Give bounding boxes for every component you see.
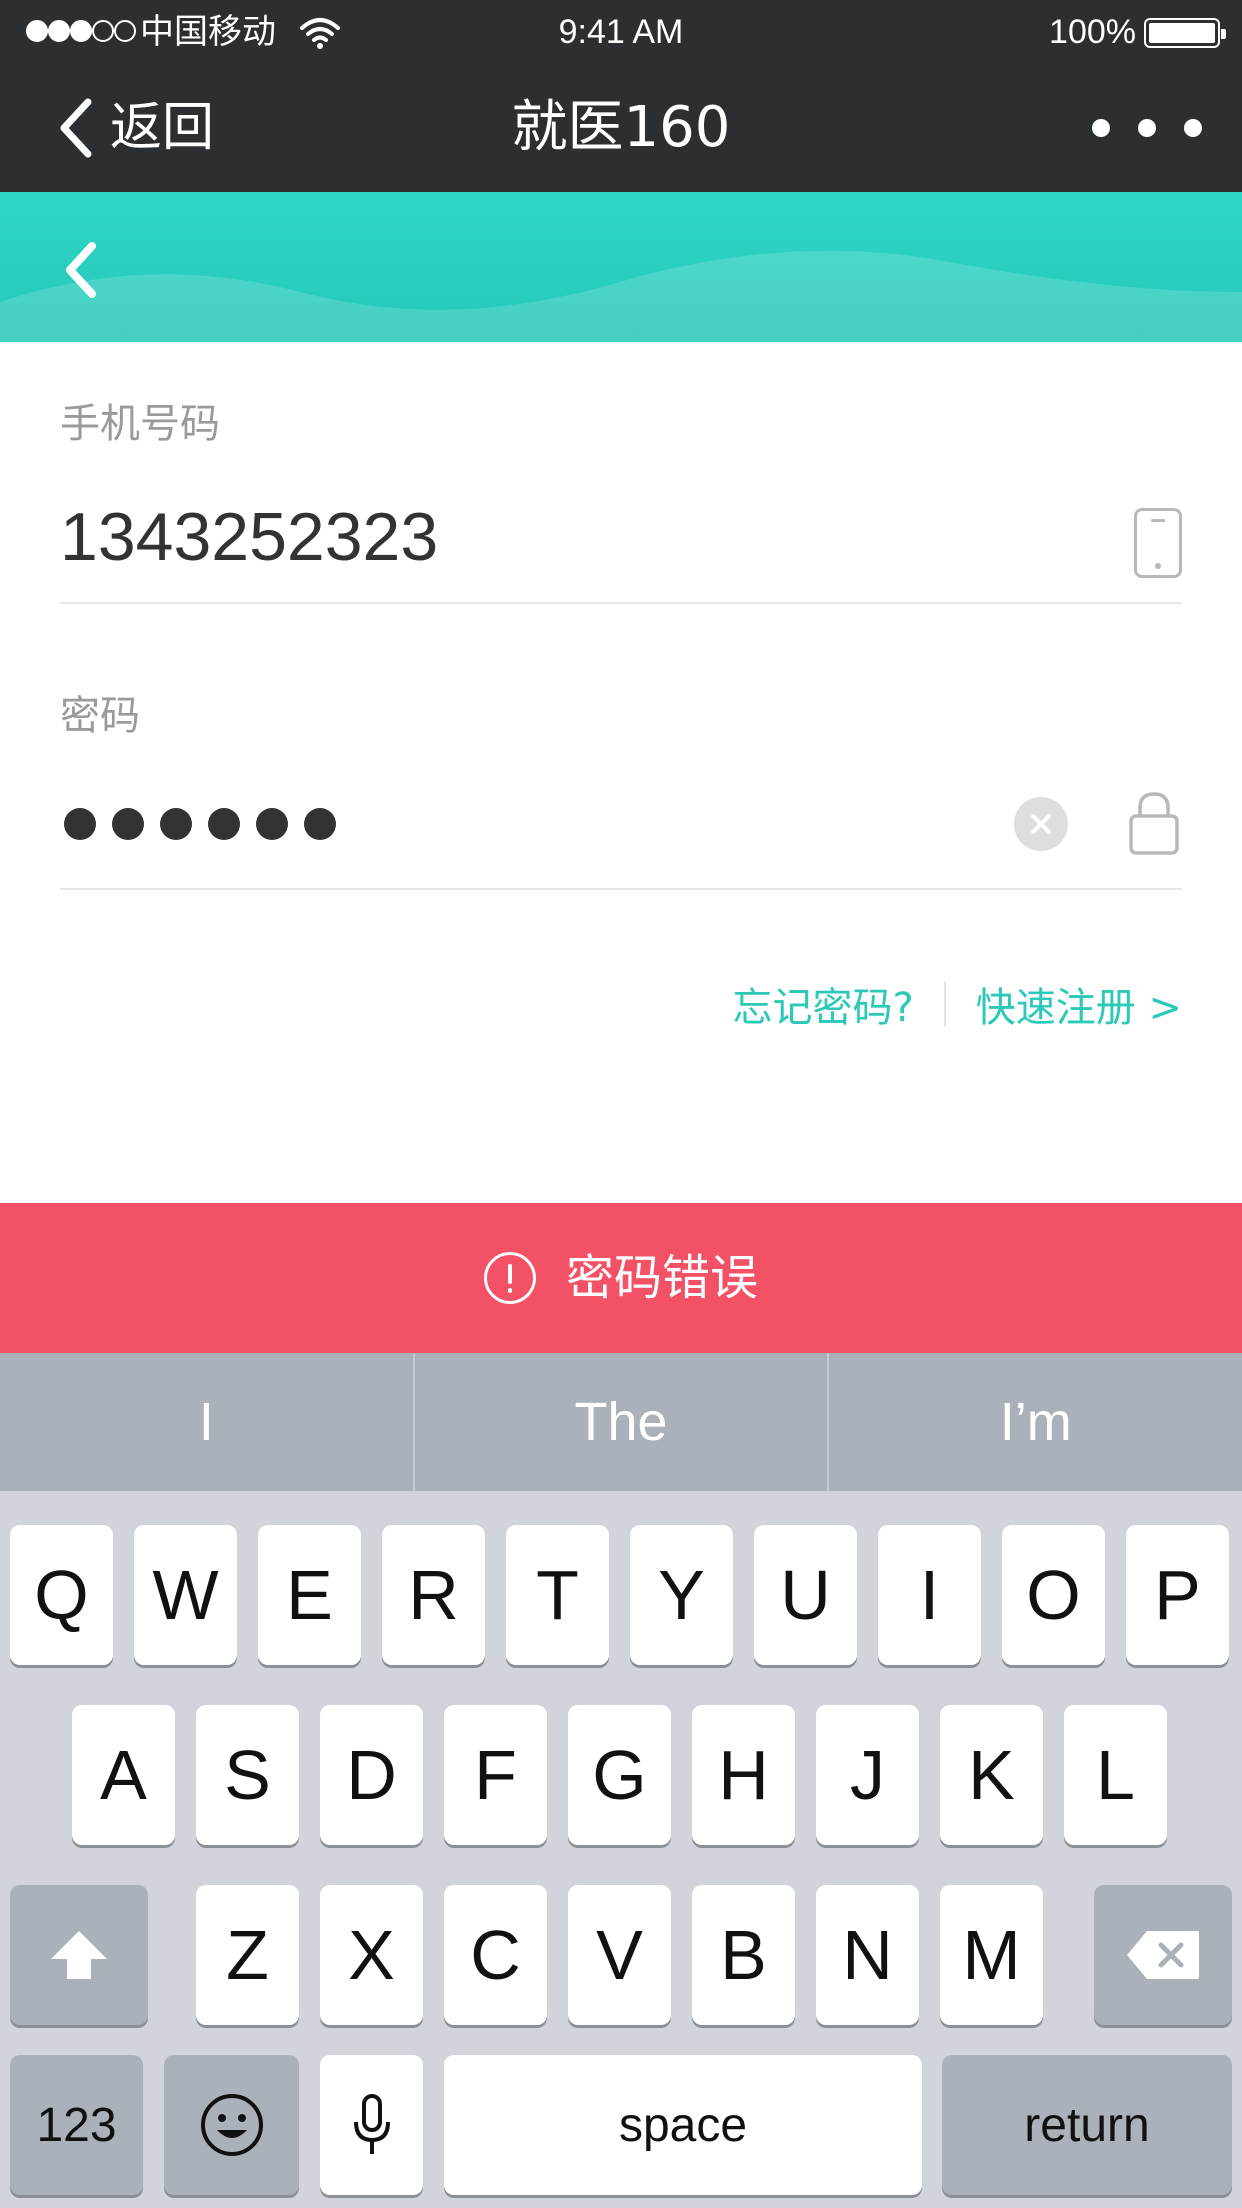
emoji-key[interactable]	[164, 2055, 299, 2195]
account-links: 忘记密码? 快速注册 >	[733, 974, 1182, 1034]
key-d[interactable]: D	[320, 1705, 423, 1845]
key-e[interactable]: E	[258, 1525, 361, 1665]
suggestion-item[interactable]: The	[412, 1353, 828, 1491]
link-separator	[943, 982, 946, 1026]
status-bar: 中国移动 9:41 AM 100%	[0, 0, 1242, 64]
key-h[interactable]: H	[692, 1705, 795, 1845]
password-dot	[112, 808, 144, 840]
top-bar: 中国移动 9:41 AM 100% 返回 就医160	[0, 0, 1242, 192]
page-title: 就医160	[511, 95, 731, 160]
key-g[interactable]: G	[568, 1705, 671, 1845]
password-dot	[160, 808, 192, 840]
battery-icon	[1144, 18, 1226, 48]
key-x[interactable]: X	[320, 1885, 423, 2025]
quick-register-link[interactable]: 快速注册 >	[976, 975, 1182, 1033]
key-t[interactable]: T	[506, 1525, 609, 1665]
key-j[interactable]: J	[816, 1705, 919, 1845]
header-banner	[0, 192, 1242, 342]
suggestion-bar: I The I’m	[0, 1353, 1242, 1491]
suggestion-item[interactable]: I’m	[827, 1353, 1242, 1491]
mountain-background-image	[0, 250, 1242, 342]
key-z[interactable]: Z	[196, 1885, 299, 2025]
delete-key[interactable]	[1094, 1885, 1232, 2025]
back-arrow-icon[interactable]	[60, 240, 100, 300]
microphone-key[interactable]	[320, 2055, 423, 2195]
key-s[interactable]: S	[196, 1705, 299, 1845]
phone-label: 手机号码	[60, 401, 220, 447]
key-y[interactable]: Y	[630, 1525, 733, 1665]
return-key[interactable]: return	[942, 2055, 1232, 2195]
key-u[interactable]: U	[754, 1525, 857, 1665]
key-n[interactable]: N	[816, 1885, 919, 2025]
error-message: 密码错误	[565, 1250, 758, 1306]
lock-icon	[1129, 792, 1179, 855]
key-r[interactable]: R	[382, 1525, 485, 1665]
keyboard: I The I’m Q W E R T Y U I O P A S D F G H J K L Z X C V B N M 123 s…	[0, 1353, 1242, 2208]
phone-divider	[60, 602, 1182, 604]
phone-input[interactable]: 1343252323	[60, 492, 438, 582]
key-w[interactable]: W	[134, 1525, 237, 1665]
key-k[interactable]: K	[940, 1705, 1043, 1845]
forgot-password-link[interactable]: 忘记密码?	[733, 975, 914, 1033]
password-dot	[64, 808, 96, 840]
backspace-icon	[1127, 1931, 1199, 1979]
key-v[interactable]: V	[568, 1885, 671, 2025]
key-b[interactable]: B	[692, 1885, 795, 2025]
space-key[interactable]: space	[444, 2055, 922, 2195]
password-input[interactable]	[64, 808, 336, 840]
suggestion-item[interactable]: I	[0, 1353, 413, 1491]
key-i[interactable]: I	[878, 1525, 981, 1665]
emoji-icon	[200, 2094, 263, 2156]
alert-icon	[483, 1252, 536, 1304]
key-p[interactable]: P	[1126, 1525, 1229, 1665]
key-q[interactable]: Q	[10, 1525, 113, 1665]
password-dot	[208, 808, 240, 840]
navigation-bar: 返回 就医160	[0, 64, 1242, 192]
numbers-key[interactable]: 123	[10, 2055, 143, 2195]
microphone-icon	[353, 2094, 390, 2154]
error-banner: 密码错误	[0, 1203, 1242, 1353]
password-divider	[60, 888, 1182, 890]
password-dot	[304, 808, 336, 840]
key-f[interactable]: F	[444, 1705, 547, 1845]
key-c[interactable]: C	[444, 1885, 547, 2025]
key-a[interactable]: A	[72, 1705, 175, 1845]
clear-input-icon[interactable]	[1014, 797, 1068, 851]
password-label: 密码	[60, 693, 140, 739]
phone-icon	[1134, 508, 1182, 578]
password-dot	[256, 808, 288, 840]
key-m[interactable]: M	[940, 1885, 1043, 2025]
key-l[interactable]: L	[1064, 1705, 1167, 1845]
battery-percentage: 100%	[1049, 13, 1136, 51]
more-options-icon[interactable]	[1092, 108, 1202, 148]
key-o[interactable]: O	[1002, 1525, 1105, 1665]
shift-arrow-icon	[51, 1931, 107, 1979]
shift-key[interactable]	[10, 1885, 148, 2025]
